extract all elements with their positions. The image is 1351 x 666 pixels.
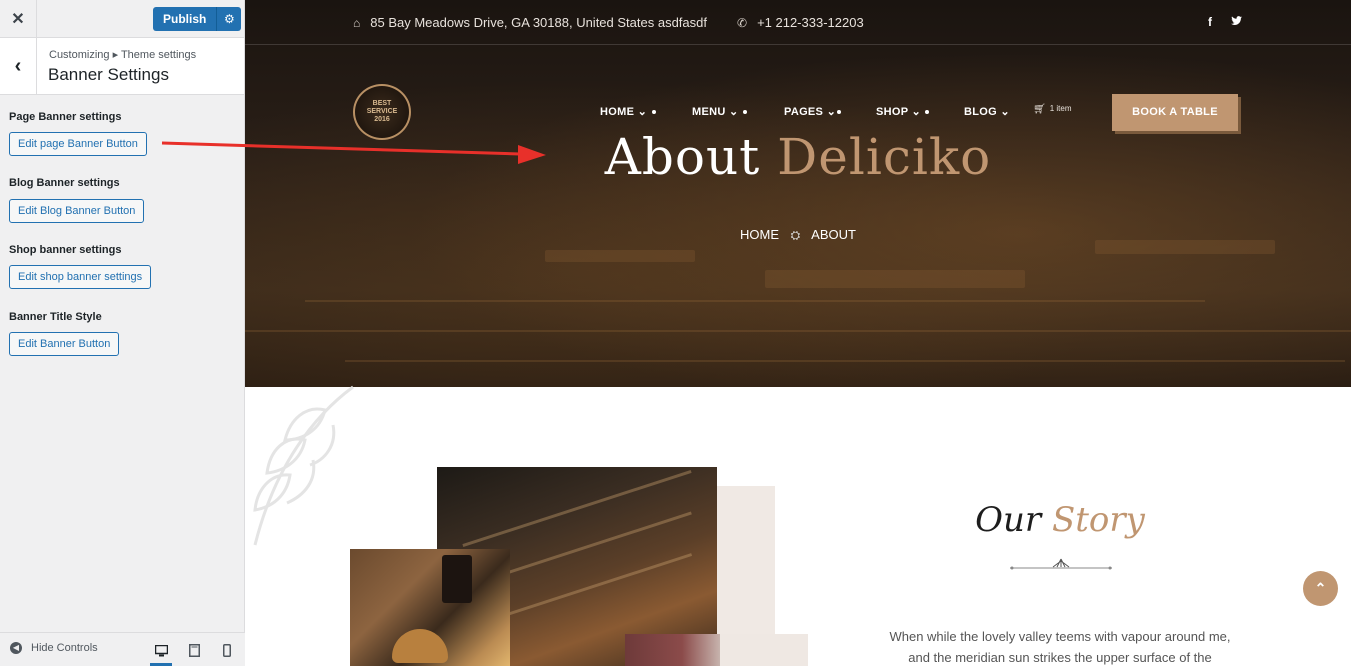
chevron-down-icon: ⌄ (728, 106, 739, 118)
floor-detail (345, 360, 1345, 362)
nav-home-label: HOME (600, 106, 635, 118)
site-preview: ⌂ 85 Bay Meadows Drive, GA 30188, United… (245, 0, 1351, 666)
beam-detail (481, 553, 693, 624)
nav-shop[interactable]: SHOP ⌄ (876, 105, 921, 118)
collapse-icon: ◀ (10, 642, 22, 654)
desktop-preview-icon[interactable] (150, 638, 172, 666)
gear-icon[interactable]: ⚙ (216, 7, 242, 31)
edit-page-banner-button[interactable]: Edit page Banner Button (9, 132, 147, 156)
story-text-line: and the meridian sun strikes the upper s… (908, 650, 1212, 665)
logo-line-1: BEST (372, 100, 392, 107)
book-a-table-button[interactable]: BOOK A TABLE (1112, 94, 1238, 131)
page-banner: ⌂ 85 Bay Meadows Drive, GA 30188, United… (245, 0, 1351, 387)
cart-label: 1 item (1049, 104, 1072, 113)
floor-detail (305, 300, 1205, 302)
logo-line-3: 2016 (374, 116, 390, 123)
edit-blog-banner-button[interactable]: Edit Blog Banner Button (9, 199, 145, 223)
banner-breadcrumb: HOME ⛭ ABOUT (245, 227, 1351, 243)
cart[interactable]: 🛒︎ 1 item (1033, 104, 1072, 115)
beam-detail (462, 469, 692, 548)
banner-title-main: About (604, 128, 761, 186)
logo-line-2: SERVICE (366, 108, 398, 115)
leaf-decoration-icon (253, 385, 354, 546)
edit-banner-button[interactable]: Edit Banner Button (9, 332, 120, 356)
mobile-preview-icon[interactable] (216, 639, 238, 661)
nav-pages-label: PAGES (784, 106, 824, 118)
home-icon: ⌂ (353, 15, 361, 30)
ornament-divider-icon (1010, 558, 1112, 570)
publish-group: Publish ⚙ (153, 7, 242, 31)
section-title: Banner Settings (48, 65, 169, 84)
banner-title-accent: Deliciko (777, 128, 992, 186)
shop-banner-label: Shop banner settings (9, 244, 122, 256)
blog-banner-label: Blog Banner settings (9, 177, 120, 189)
nav-home[interactable]: HOME ⌄ (600, 105, 647, 118)
floor-detail (245, 330, 1351, 332)
nav-shop-label: SHOP (876, 106, 909, 118)
phone-icon: ✆ (737, 15, 748, 30)
twitter-icon[interactable] (1231, 15, 1242, 29)
nav-menu-label: MENU (692, 106, 726, 118)
food-image (350, 549, 510, 666)
glass-detail (442, 555, 472, 603)
cart-icon: 🛒︎ (1033, 104, 1046, 115)
chevron-down-icon: ⌄ (826, 106, 837, 118)
chevron-down-icon: ⌄ (637, 106, 648, 118)
chevron-down-icon: ⌄ (911, 106, 922, 118)
back-arrow-icon[interactable]: ‹ (0, 38, 37, 94)
nav-dot (837, 110, 841, 114)
scroll-to-top-icon[interactable]: ⌃ (1303, 571, 1338, 606)
dining-image (625, 634, 720, 666)
story-title-accent: Story (1051, 500, 1145, 540)
nav-dot (652, 110, 656, 114)
story-text-line: When while the lovely valley teems with … (889, 629, 1231, 644)
tablet-preview-icon[interactable] (183, 639, 205, 661)
top-info-bar: ⌂ 85 Bay Meadows Drive, GA 30188, United… (245, 0, 1351, 45)
nav-dot (925, 110, 929, 114)
banner-title: About Deliciko (245, 128, 1351, 186)
story-heading: Our Story (875, 500, 1245, 540)
story-title-main: Our (975, 500, 1042, 540)
breadcrumb-home-link[interactable]: HOME (740, 227, 779, 242)
customizer-header: ✕ Publish ⚙ (0, 0, 244, 38)
customizer-sidebar: ✕ Publish ⚙ ‹ Customizing ▸ Theme settin… (0, 0, 245, 666)
banner-title-style-label: Banner Title Style (9, 311, 102, 323)
facebook-icon[interactable]: f (1208, 15, 1212, 29)
story-paragraph: When while the lovely valley teems with … (875, 626, 1245, 666)
page-banner-label: Page Banner settings (9, 111, 122, 123)
chevron-down-icon: ⌄ (1000, 106, 1010, 118)
address-text: 85 Bay Meadows Drive, GA 30188, United S… (370, 15, 707, 30)
burger-detail (392, 629, 448, 663)
nav-blog-label: BLOG (964, 106, 997, 118)
edit-shop-banner-button[interactable]: Edit shop banner settings (9, 265, 152, 289)
phone-info: ✆ +1 212-333-12203 (737, 15, 864, 30)
table-detail (765, 270, 1025, 288)
nav-dot (743, 110, 747, 114)
section-header: ‹ Customizing ▸ Theme settings Banner Se… (0, 38, 244, 95)
hide-controls-button[interactable]: ◀ Hide Controls (10, 642, 98, 654)
publish-button[interactable]: Publish (153, 7, 217, 31)
hide-controls-label: Hide Controls (31, 642, 98, 654)
breadcrumb-current: ABOUT (811, 227, 856, 242)
table-detail (545, 250, 695, 262)
breadcrumb: Customizing ▸ Theme settings (49, 49, 197, 61)
nav-blog[interactable]: BLOG ⌄ (964, 105, 1010, 118)
breadcrumb-separator-icon: ⛭ (790, 228, 801, 242)
close-icon[interactable]: ✕ (0, 0, 37, 37)
nav-pages[interactable]: PAGES ⌄ (784, 105, 836, 118)
image-frame-right (625, 634, 808, 666)
nav-menu[interactable]: MENU ⌄ (692, 105, 738, 118)
phone-text: +1 212-333-12203 (757, 15, 864, 30)
customizer-footer: ◀ Hide Controls (0, 632, 245, 666)
address-info: ⌂ 85 Bay Meadows Drive, GA 30188, United… (353, 15, 707, 30)
